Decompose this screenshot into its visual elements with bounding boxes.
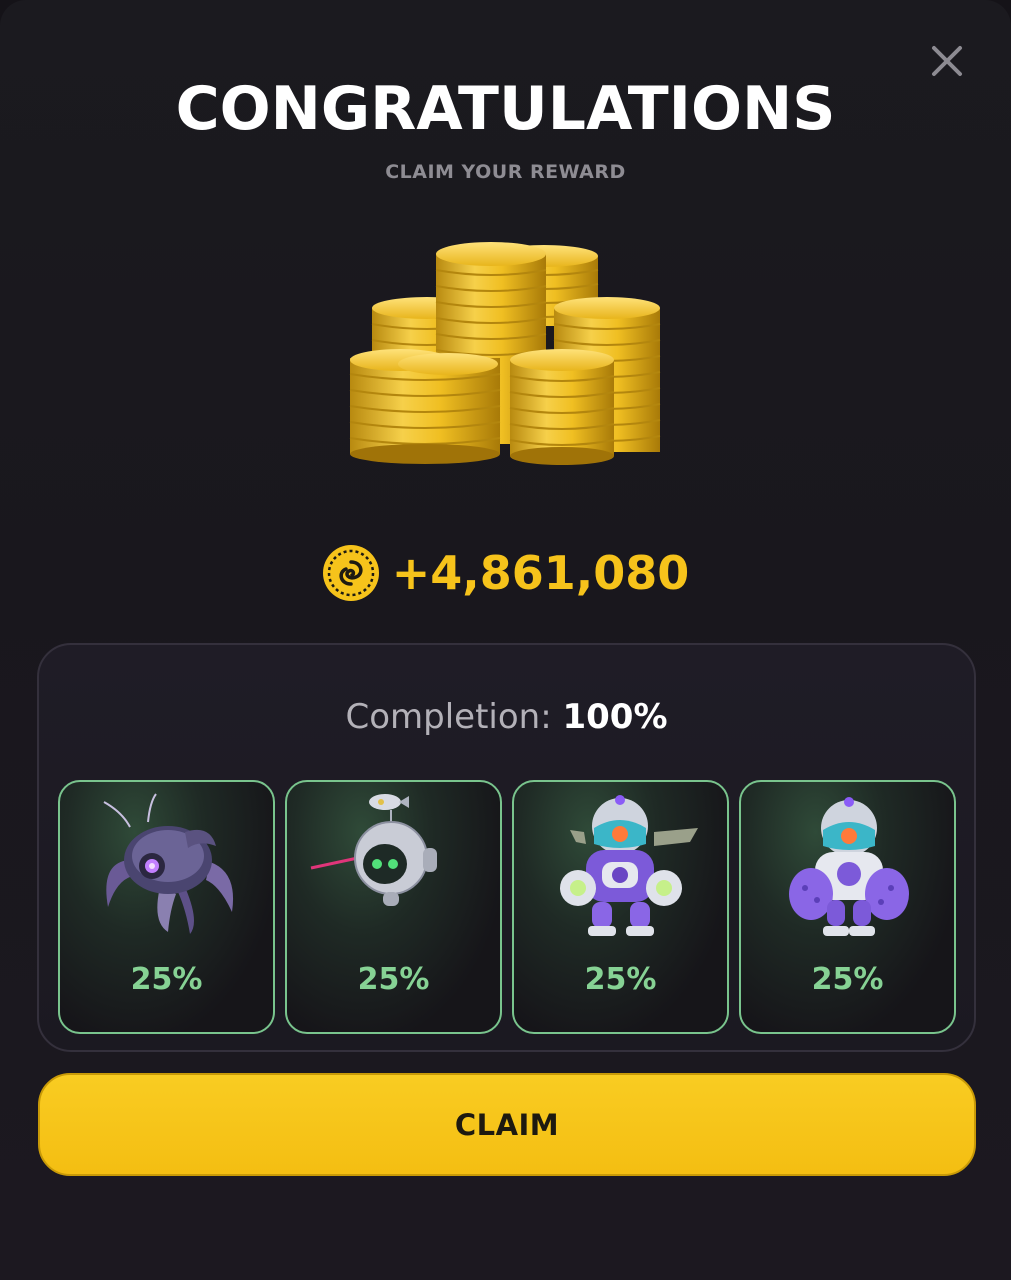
completion-panel: Completion: 100% 25% 25% 25% 25%	[37, 643, 976, 1052]
character-percent: 25%	[584, 962, 657, 997]
reward-modal: CONGRATULATIONS CLAIM YOUR REWARD +4,861…	[0, 0, 1011, 1280]
heavy-mech-icon	[789, 797, 909, 936]
coin-icon	[322, 545, 379, 601]
completion-label: Completion:	[345, 697, 552, 737]
reward-amount: +4,861,080	[391, 546, 690, 600]
claim-button[interactable]: CLAIM	[38, 1073, 976, 1176]
character-card[interactable]: 25%	[739, 780, 956, 1034]
character-card[interactable]: 25%	[512, 780, 729, 1034]
completion-value: 100%	[562, 697, 668, 737]
completion-status: Completion: 100%	[39, 697, 974, 737]
character-card[interactable]: 25%	[285, 780, 502, 1034]
claim-button-label: CLAIM	[454, 1107, 560, 1142]
modal-subtitle: CLAIM YOUR REWARD	[385, 161, 626, 183]
reward-amount-row: +4,861,080	[0, 538, 1011, 608]
character-card[interactable]: 25%	[58, 780, 275, 1034]
winged-mech-icon	[560, 795, 698, 936]
drone-bot-icon	[310, 794, 437, 906]
character-percent: 25%	[811, 962, 884, 997]
character-percent: 25%	[130, 962, 203, 997]
close-icon	[932, 46, 962, 76]
spider-bot-icon	[103, 793, 234, 934]
gold-coin-stacks-icon	[349, 242, 661, 465]
modal-title: CONGRATULATIONS	[175, 74, 836, 144]
character-percent: 25%	[357, 962, 430, 997]
